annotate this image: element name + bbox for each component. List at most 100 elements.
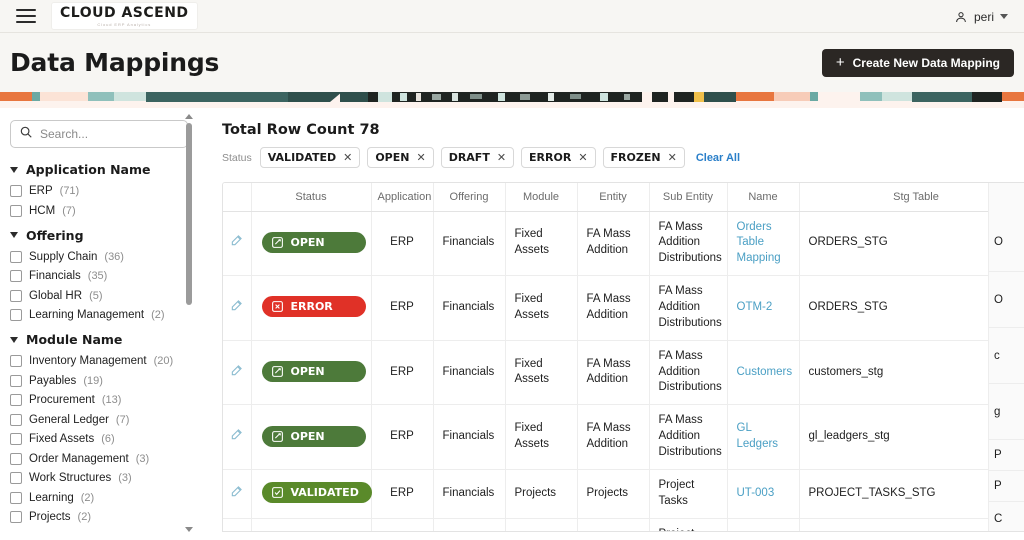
create-new-data-mapping-button[interactable]: + Create New Data Mapping bbox=[821, 48, 1014, 77]
facet-option[interactable]: Procurement (13) bbox=[10, 394, 188, 406]
row-edit-cell[interactable] bbox=[223, 275, 252, 341]
scroll-up-arrow-icon[interactable] bbox=[185, 114, 193, 119]
facet-option-count: (3) bbox=[135, 452, 150, 465]
facet-option[interactable]: Financials (35) bbox=[10, 270, 188, 282]
app-logo[interactable]: CLOUD ASCEND Cloud ERP Analytics bbox=[52, 3, 197, 29]
facet-option[interactable]: General Ledger (7) bbox=[10, 413, 188, 426]
edit-pencil-icon[interactable] bbox=[230, 363, 244, 383]
checkbox-icon[interactable] bbox=[10, 185, 22, 197]
facet-option[interactable]: Fixed Assets (6) bbox=[10, 433, 188, 445]
table-row[interactable]: OPEN ERP Financials Fixed Assets FA Mass Add… bbox=[223, 340, 1024, 406]
facet-option[interactable]: Inventory Management (20) bbox=[10, 355, 188, 367]
table-column-header[interactable]: Stg Table bbox=[799, 183, 1024, 212]
facet-title: Offering bbox=[26, 227, 84, 243]
table-column-header[interactable] bbox=[223, 183, 252, 212]
checkbox-icon[interactable] bbox=[10, 472, 22, 484]
facet-option[interactable]: Learning (2) bbox=[10, 491, 188, 504]
scroll-down-arrow-icon[interactable] bbox=[185, 527, 193, 532]
status-chip[interactable]: VALIDATED ✕ bbox=[259, 147, 361, 168]
checkbox-icon[interactable] bbox=[10, 355, 22, 367]
facet-option[interactable]: Projects (2) bbox=[10, 511, 188, 523]
close-icon[interactable]: ✕ bbox=[343, 151, 352, 164]
scrollbar-thumb[interactable] bbox=[186, 123, 192, 305]
facet-option[interactable]: Learning Management (2) bbox=[10, 309, 188, 321]
row-name-link[interactable]: Products bbox=[727, 518, 800, 531]
checkbox-icon[interactable] bbox=[10, 250, 22, 263]
edit-pencil-icon[interactable] bbox=[230, 484, 244, 504]
edit-pencil-icon[interactable] bbox=[230, 233, 244, 253]
sidebar-scrollbar[interactable] bbox=[185, 114, 193, 532]
facet-option[interactable]: HCM (7) bbox=[10, 204, 188, 217]
table-row[interactable]: OPEN ERP Financials Fixed Assets FA Mass Add… bbox=[223, 211, 1024, 277]
facet-header-1[interactable]: Offering bbox=[10, 228, 188, 243]
facet-option[interactable]: Order Management (3) bbox=[10, 452, 188, 465]
facet-option-count: (71) bbox=[59, 185, 80, 197]
table-column-header[interactable]: Offering bbox=[433, 183, 506, 212]
checkbox-icon[interactable] bbox=[10, 433, 22, 445]
close-icon[interactable]: ✕ bbox=[416, 151, 425, 164]
hamburger-menu-icon[interactable] bbox=[16, 9, 36, 23]
facet-option-count: (3) bbox=[118, 472, 132, 484]
checkbox-icon[interactable] bbox=[10, 452, 22, 465]
checkbox-icon[interactable] bbox=[10, 204, 22, 217]
row-offering-cell: Financials bbox=[433, 211, 506, 277]
checkbox-icon[interactable] bbox=[10, 374, 22, 387]
status-chip[interactable]: ERROR ✕ bbox=[521, 147, 596, 168]
status-chip[interactable]: OPEN ✕ bbox=[367, 147, 434, 168]
table-row[interactable]: ERROR ERP Financials Fixed Assets FA Mass Ad… bbox=[223, 275, 1024, 341]
row-application-cell: ERP bbox=[371, 469, 434, 519]
table-column-header[interactable]: Name bbox=[727, 183, 800, 212]
close-icon[interactable]: ✕ bbox=[497, 151, 506, 164]
table-column-header[interactable]: Sub Entity bbox=[649, 183, 728, 212]
checkbox-icon[interactable] bbox=[10, 394, 22, 406]
row-edit-cell[interactable] bbox=[223, 340, 252, 406]
row-edit-cell[interactable] bbox=[223, 469, 252, 519]
row-name-link[interactable]: Orders Table Mapping bbox=[727, 211, 800, 277]
edit-pencil-icon[interactable] bbox=[230, 298, 244, 318]
close-icon[interactable]: ✕ bbox=[578, 151, 587, 164]
search-box[interactable] bbox=[10, 120, 188, 148]
row-name-link[interactable]: UT-003 bbox=[727, 469, 800, 519]
row-name-link[interactable]: GL Ledgers bbox=[727, 404, 800, 470]
edit-pencil-icon[interactable] bbox=[230, 427, 244, 447]
facet-option-count: (19) bbox=[83, 374, 103, 387]
checkbox-icon[interactable] bbox=[10, 491, 22, 504]
facet-option-count: (5) bbox=[89, 289, 103, 302]
row-name-link[interactable]: OTM-2 bbox=[727, 275, 800, 341]
table-column-header[interactable]: Module bbox=[505, 183, 578, 212]
facet-option[interactable]: Supply Chain (36) bbox=[10, 250, 188, 263]
facet-header-2[interactable]: Module Name bbox=[10, 332, 188, 347]
row-name-link[interactable]: Customers bbox=[727, 340, 800, 406]
facet-option[interactable]: ERP (71) bbox=[10, 185, 188, 197]
search-input[interactable] bbox=[40, 127, 179, 141]
row-edit-cell[interactable] bbox=[223, 404, 252, 470]
checkbox-icon[interactable] bbox=[10, 413, 22, 426]
facet-option-count: (2) bbox=[80, 491, 95, 504]
row-offering-cell: Financials bbox=[433, 469, 506, 519]
facet-header-0[interactable]: Application Name bbox=[10, 162, 188, 177]
checkbox-icon[interactable] bbox=[10, 309, 22, 321]
facet-option[interactable]: Global HR (5) bbox=[10, 289, 188, 302]
table-column-header[interactable]: Application bbox=[371, 183, 434, 212]
banner-graphic bbox=[0, 92, 1024, 108]
status-badge-label: VALIDATED bbox=[290, 486, 359, 500]
table-column-header[interactable]: Entity bbox=[577, 183, 650, 212]
table-column-header[interactable]: Status bbox=[251, 183, 372, 212]
checkbox-icon[interactable] bbox=[10, 289, 22, 302]
close-icon[interactable]: ✕ bbox=[668, 151, 677, 164]
table-row[interactable]: DRAFTERPFinancialsProjectsProjectsProjec… bbox=[223, 518, 1024, 531]
facet-option-label: Procurement bbox=[29, 394, 95, 406]
facet-option[interactable]: Work Structures (3) bbox=[10, 472, 188, 484]
row-edit-cell[interactable] bbox=[223, 211, 252, 277]
status-chip[interactable]: FROZEN ✕ bbox=[602, 147, 685, 168]
row-edit-cell[interactable] bbox=[223, 518, 252, 531]
row-application-cell: ERP bbox=[371, 340, 434, 406]
status-chip[interactable]: DRAFT ✕ bbox=[440, 147, 515, 168]
table-row[interactable]: VALIDATED ERP Financials Projects Projects Pr… bbox=[223, 469, 1024, 519]
checkbox-icon[interactable] bbox=[10, 511, 22, 523]
clear-all-filters-link[interactable]: Clear All bbox=[696, 152, 740, 164]
table-row[interactable]: OPEN ERP Financials Fixed Assets FA Mass Add… bbox=[223, 404, 1024, 470]
checkbox-icon[interactable] bbox=[10, 270, 22, 282]
user-menu[interactable]: peri bbox=[954, 0, 1008, 33]
facet-option[interactable]: Payables (19) bbox=[10, 374, 188, 387]
